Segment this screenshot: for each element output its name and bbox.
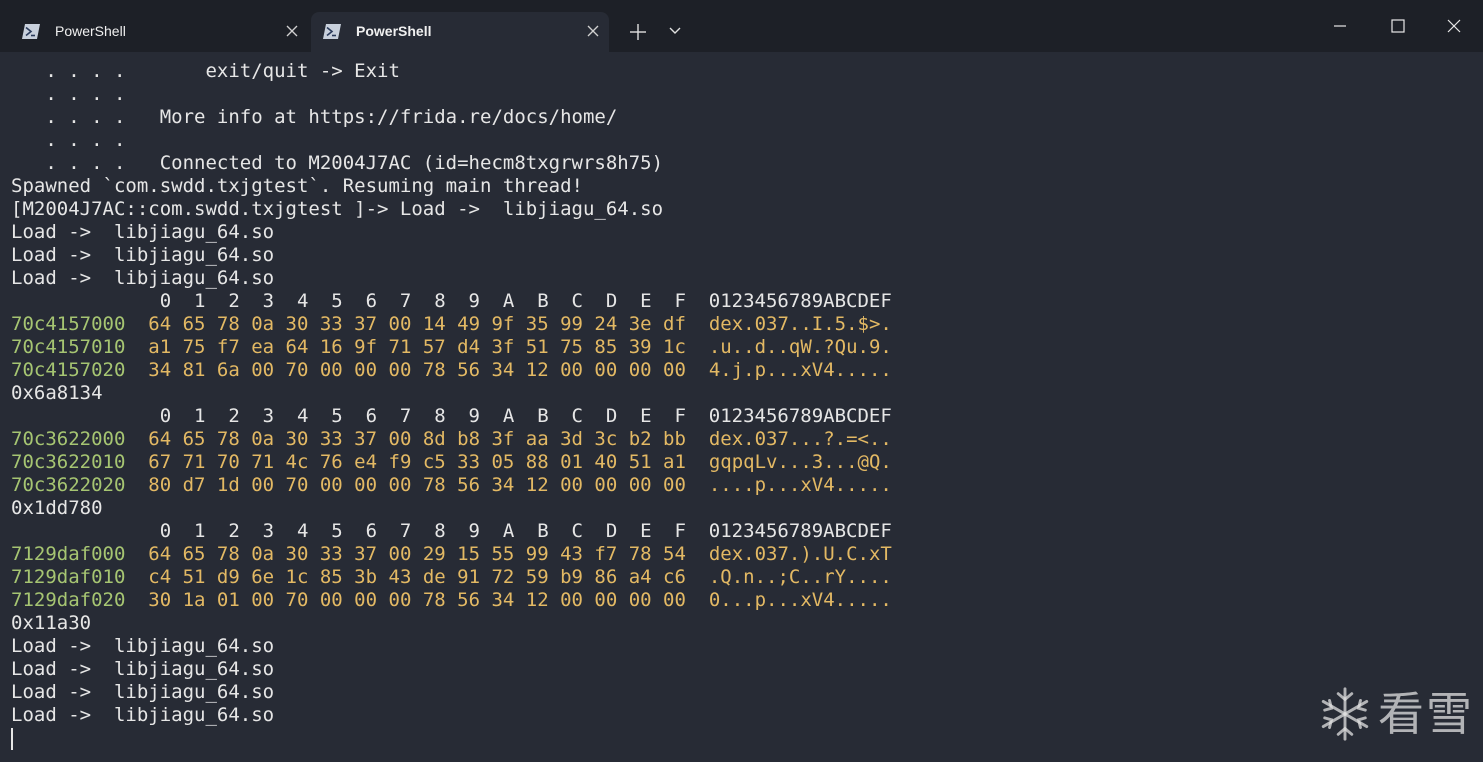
banner-dots: . . . . bbox=[11, 83, 126, 105]
hexdump-bytes: a1 75 f7 ea 64 16 9f 71 57 d4 3f 51 75 8… bbox=[148, 336, 686, 358]
hexdump-ascii: dex.037.).U.C.xT bbox=[708, 543, 892, 565]
hexdump-address: 70c4157020 bbox=[11, 359, 126, 381]
banner-line: . . . . bbox=[11, 83, 1461, 106]
load-text: Load -> libjiagu_64.so bbox=[11, 221, 275, 243]
hexdump-row: 7129daf010 c4 51 d9 6e 1c 85 3b 43 de 91… bbox=[11, 566, 1461, 589]
hexdump-address: 70c3622020 bbox=[11, 474, 126, 496]
hexdump-address: 70c3622000 bbox=[11, 428, 126, 450]
hexdump-bytes: 64 65 78 0a 30 33 37 00 8d b8 3f aa 3d 3… bbox=[148, 428, 686, 450]
tab-powershell-2[interactable]: PowerShell bbox=[311, 12, 609, 52]
hexdump-ascii: 4.j.p...xV4..... bbox=[708, 359, 892, 381]
banner-line: . . . . bbox=[11, 129, 1461, 152]
plus-icon[interactable] bbox=[628, 22, 648, 42]
close-icon[interactable] bbox=[284, 23, 300, 39]
hexdump-bytes: 34 81 6a 00 70 00 00 00 78 56 34 12 00 0… bbox=[148, 359, 686, 381]
hexdump-header-text: 0 1 2 3 4 5 6 7 8 9 A B C D E F 01234567… bbox=[11, 405, 892, 427]
hexdump-address: 70c3622010 bbox=[11, 451, 126, 473]
tab-label: PowerShell bbox=[356, 23, 432, 39]
load-text: Load -> libjiagu_64.so bbox=[11, 244, 275, 266]
hexdump-row: 70c3622010 67 71 70 71 4c 76 e4 f9 c5 33… bbox=[11, 451, 1461, 474]
banner-dots: . . . . bbox=[11, 106, 126, 128]
hexdump-header: 0 1 2 3 4 5 6 7 8 9 A B C D E F 01234567… bbox=[11, 290, 1461, 313]
tab-powershell-1[interactable]: PowerShell bbox=[10, 12, 308, 52]
hexdump-row: 70c4157010 a1 75 f7 ea 64 16 9f 71 57 d4… bbox=[11, 336, 1461, 359]
terminal-output[interactable]: . . . . exit/quit -> Exit . . . . . . . … bbox=[11, 60, 1461, 750]
hexdump-row: 70c4157000 64 65 78 0a 30 33 37 00 14 49… bbox=[11, 313, 1461, 336]
dump-size-line: 0x6a8134 bbox=[11, 382, 1461, 405]
banner-text: More info at https://frida.re/docs/home/ bbox=[125, 106, 618, 128]
banner-line: . . . . exit/quit -> Exit bbox=[11, 60, 1461, 83]
hexdump-header: 0 1 2 3 4 5 6 7 8 9 A B C D E F 01234567… bbox=[11, 520, 1461, 543]
watermark: 看雪 bbox=[1316, 684, 1476, 748]
hexdump-row: 70c3622000 64 65 78 0a 30 33 37 00 8d b8… bbox=[11, 428, 1461, 451]
maximize-icon[interactable] bbox=[1388, 16, 1408, 36]
banner-line: . . . . More info at https://frida.re/do… bbox=[11, 106, 1461, 129]
hexdump-header-text: 0 1 2 3 4 5 6 7 8 9 A B C D E F 01234567… bbox=[11, 290, 892, 312]
load-text: Load -> libjiagu_64.so bbox=[11, 267, 275, 289]
load-line: Load -> libjiagu_64.so bbox=[11, 658, 1461, 681]
hexdump-address: 7129daf010 bbox=[11, 566, 126, 588]
banner-dots: . . . . bbox=[11, 152, 126, 174]
spawned-text: Spawned `com.swdd.txjgtest`. Resuming ma… bbox=[11, 175, 583, 197]
load-line: Load -> libjiagu_64.so bbox=[11, 221, 1461, 244]
hexdump-row: 70c4157020 34 81 6a 00 70 00 00 00 78 56… bbox=[11, 359, 1461, 382]
load-text: Load -> libjiagu_64.so bbox=[11, 658, 275, 680]
banner-text: Connected to M2004J7AC (id=hecm8txgrwrs8… bbox=[125, 152, 664, 174]
hexdump-address: 70c4157000 bbox=[11, 313, 126, 335]
load-line: Load -> libjiagu_64.so bbox=[11, 244, 1461, 267]
hexdump-ascii: .Q.n..;C..rY.... bbox=[708, 566, 892, 588]
hexdump-row: 70c3622020 80 d7 1d 00 70 00 00 00 78 56… bbox=[11, 474, 1461, 497]
banner-line: . . . . Connected to M2004J7AC (id=hecm8… bbox=[11, 152, 1461, 175]
chevron-down-icon[interactable] bbox=[668, 24, 682, 38]
load-line: Load -> libjiagu_64.so bbox=[11, 267, 1461, 290]
hexdump-ascii: dex.037...?.=<.. bbox=[708, 428, 892, 450]
hexdump-row: 7129daf000 64 65 78 0a 30 33 37 00 29 15… bbox=[11, 543, 1461, 566]
hexdump-bytes: c4 51 d9 6e 1c 85 3b 43 de 91 72 59 b9 8… bbox=[148, 566, 686, 588]
hexdump-address: 7129daf020 bbox=[11, 589, 126, 611]
dump-size-line: 0x11a30 bbox=[11, 612, 1461, 635]
dump-size-line: 0x1dd780 bbox=[11, 497, 1461, 520]
dump-size-text: 0x6a8134 bbox=[11, 382, 103, 404]
minimize-icon[interactable] bbox=[1330, 16, 1350, 36]
spawned-line: Spawned `com.swdd.txjgtest`. Resuming ma… bbox=[11, 175, 1461, 198]
load-line: Load -> libjiagu_64.so bbox=[11, 704, 1461, 727]
banner-dots: . . . . bbox=[11, 60, 126, 82]
powershell-icon bbox=[22, 24, 40, 39]
hexdump-address: 7129daf000 bbox=[11, 543, 126, 565]
banner-dots: . . . . bbox=[11, 129, 126, 151]
hexdump-ascii: .u..d..qW.?Qu.9. bbox=[708, 336, 892, 358]
prompt-line: [M2004J7AC::com.swdd.txjgtest ]-> Load -… bbox=[11, 198, 1461, 221]
title-bar: PowerShell PowerShell bbox=[0, 0, 1483, 52]
watermark-text: 看雪 bbox=[1378, 687, 1474, 741]
hexdump-bytes: 64 65 78 0a 30 33 37 00 29 15 55 99 43 f… bbox=[148, 543, 686, 565]
dump-size-text: 0x11a30 bbox=[11, 612, 92, 634]
hexdump-header-text: 0 1 2 3 4 5 6 7 8 9 A B C D E F 01234567… bbox=[11, 520, 892, 542]
hexdump-address: 70c4157010 bbox=[11, 336, 126, 358]
close-icon[interactable] bbox=[585, 23, 601, 39]
hexdump-bytes: 67 71 70 71 4c 76 e4 f9 c5 33 05 88 01 4… bbox=[148, 451, 686, 473]
snowflake-logo bbox=[1321, 687, 1369, 741]
tab-label: PowerShell bbox=[55, 23, 126, 39]
hexdump-bytes: 64 65 78 0a 30 33 37 00 14 49 9f 35 99 2… bbox=[148, 313, 686, 335]
close-window-icon[interactable] bbox=[1444, 16, 1464, 36]
hexdump-ascii: ....p...xV4..... bbox=[708, 474, 892, 496]
hexdump-ascii: dex.037..I.5.$>. bbox=[708, 313, 892, 335]
banner-text: exit/quit -> Exit bbox=[125, 60, 400, 82]
powershell-icon bbox=[323, 24, 341, 39]
load-line: Load -> libjiagu_64.so bbox=[11, 681, 1461, 704]
hexdump-ascii: gqpqLv...3...@Q. bbox=[708, 451, 892, 473]
load-text: Load -> libjiagu_64.so bbox=[11, 635, 275, 657]
load-line: Load -> libjiagu_64.so bbox=[11, 635, 1461, 658]
hexdump-ascii: 0...p...xV4..... bbox=[708, 589, 892, 611]
dump-size-text: 0x1dd780 bbox=[11, 497, 103, 519]
hexdump-row: 7129daf020 30 1a 01 00 70 00 00 00 78 56… bbox=[11, 589, 1461, 612]
load-text: Load -> libjiagu_64.so bbox=[11, 681, 275, 703]
hexdump-bytes: 80 d7 1d 00 70 00 00 00 78 56 34 12 00 0… bbox=[148, 474, 686, 496]
hexdump-bytes: 30 1a 01 00 70 00 00 00 78 56 34 12 00 0… bbox=[148, 589, 686, 611]
text-cursor bbox=[11, 728, 13, 750]
hexdump-header: 0 1 2 3 4 5 6 7 8 9 A B C D E F 01234567… bbox=[11, 405, 1461, 428]
prompt-text: [M2004J7AC::com.swdd.txjgtest ]-> Load -… bbox=[11, 198, 664, 220]
load-text: Load -> libjiagu_64.so bbox=[11, 704, 275, 726]
